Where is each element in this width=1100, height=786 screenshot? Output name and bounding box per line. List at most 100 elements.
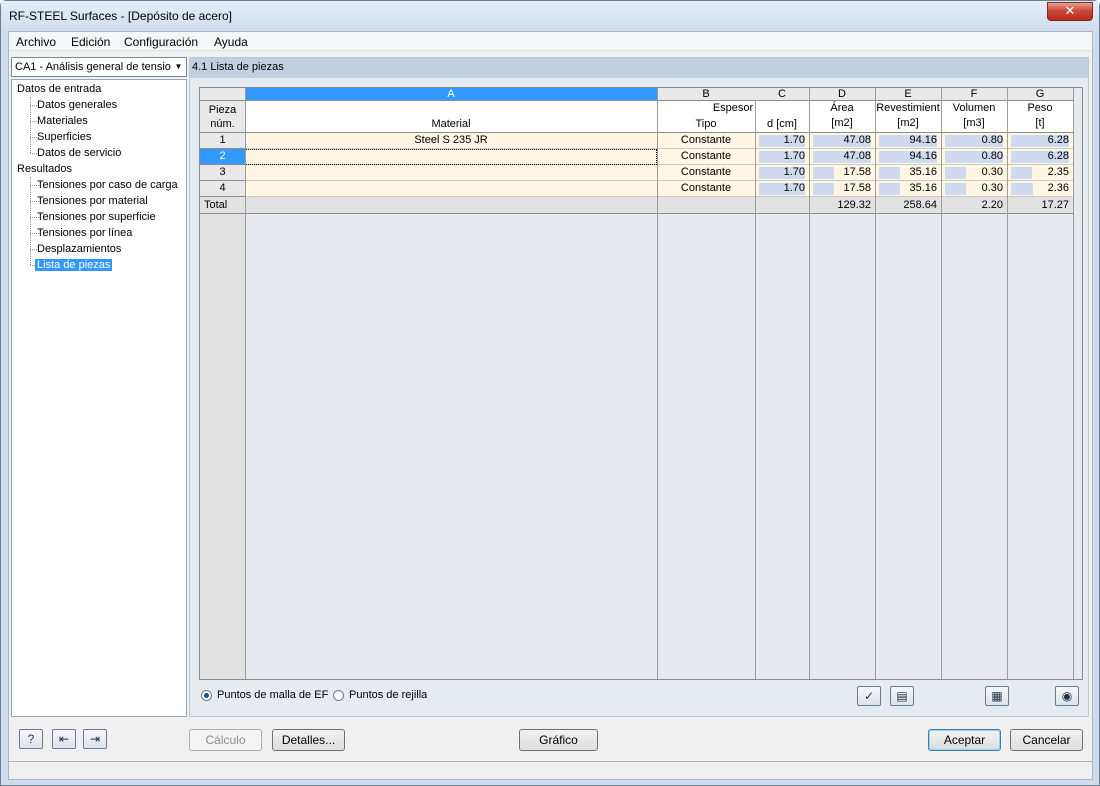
window-title: RF-STEEL Surfaces - [Depósito de acero]	[9, 9, 232, 23]
cell-d[interactable]: 1.70	[755, 181, 805, 197]
col-letter-a[interactable]: A	[245, 88, 657, 101]
status-bar	[9, 761, 1092, 779]
cell-rev[interactable]: 35.16	[875, 165, 937, 181]
eye-icon[interactable]: ◉	[1055, 686, 1079, 706]
menu-bar: Archivo Edición Configuración Ayuda	[9, 32, 1092, 51]
row-header-label-1: Pieza	[208, 104, 237, 116]
col-letter-d[interactable]: D	[809, 88, 875, 101]
cell-material[interactable]: Steel S 235 JR	[245, 133, 657, 149]
header-espesor: Espesor	[657, 101, 809, 117]
load-case-dropdown[interactable]: CA1 - Análisis general de tensiones ▼	[11, 57, 187, 77]
export-icon[interactable]: ⇥	[83, 729, 107, 749]
cell-area[interactable]: 17.58	[809, 165, 871, 181]
cell-vol[interactable]: 0.80	[941, 149, 1003, 165]
menu-archivo[interactable]: Archivo	[16, 35, 56, 49]
header-volumen-unit: [m3]	[963, 117, 985, 129]
tree-item-tensiones-linea[interactable]: Tensiones por línea	[37, 227, 132, 239]
cell-rev[interactable]: 35.16	[875, 181, 937, 197]
tree-item-datos-generales[interactable]: Datos generales	[37, 99, 117, 111]
menu-ayuda[interactable]: Ayuda	[214, 35, 248, 49]
col-letter-g[interactable]: G	[1007, 88, 1073, 101]
cell-area[interactable]: 47.08	[809, 133, 871, 149]
cell-d[interactable]: 1.70	[755, 165, 805, 181]
excel-export-icon[interactable]: ▦	[985, 686, 1009, 706]
row-number[interactable]: 3	[200, 165, 245, 181]
total-label: Total	[204, 199, 228, 211]
header-peso: Peso	[1027, 102, 1053, 114]
help-icon[interactable]: ?	[19, 729, 43, 749]
application-window: RF-STEEL Surfaces - [Depósito de acero] …	[0, 0, 1100, 786]
cell-tipo[interactable]: Constante	[657, 133, 755, 149]
radio-puntos-rejilla[interactable]	[333, 690, 344, 701]
header-revestimiento: Revestimient	[876, 102, 940, 114]
calculo-button[interactable]: Cálculo	[189, 729, 262, 751]
cell-material[interactable]	[245, 181, 657, 197]
cell-rev[interactable]: 94.16	[875, 149, 937, 165]
cell-area[interactable]: 17.58	[809, 181, 871, 197]
menu-edicion[interactable]: Edición	[71, 35, 110, 49]
cell-area[interactable]: 47.08	[809, 149, 871, 165]
cell-tipo[interactable]: Constante	[657, 181, 755, 197]
header-revestimiento-unit: [m2]	[897, 117, 919, 129]
cancelar-button[interactable]: Cancelar	[1010, 729, 1083, 751]
cell-tipo[interactable]: Constante	[657, 165, 755, 181]
tree-item-lista-piezas[interactable]: Lista de piezas	[35, 259, 113, 271]
cell-vol[interactable]: 0.30	[941, 181, 1003, 197]
col-letter-e[interactable]: E	[875, 88, 941, 101]
load-case-value: CA1 - Análisis general de tensiones	[15, 61, 187, 73]
total-volumen: 2.20	[981, 199, 1003, 211]
tree-item-materiales[interactable]: Materiales	[37, 115, 88, 127]
col-letter-c[interactable]: C	[755, 88, 809, 101]
aceptar-button[interactable]: Aceptar	[928, 729, 1001, 751]
radio-puntos-malla[interactable]	[201, 690, 212, 701]
tree-item-tensiones-superficie[interactable]: Tensiones por superficie	[37, 211, 156, 223]
col-letter-f[interactable]: F	[941, 88, 1007, 101]
tree-item-tensiones-caso-carga[interactable]: Tensiones por caso de carga	[37, 179, 178, 191]
row-number[interactable]: 1	[200, 133, 245, 149]
results-panel: 4.1 Lista de piezas A B C D E F G Pieza …	[189, 57, 1089, 717]
check-list-icon[interactable]: ✓	[857, 686, 881, 706]
total-revestimiento: 258.64	[903, 199, 937, 211]
header-area-unit: [m2]	[831, 117, 853, 129]
col-letter-b[interactable]: B	[657, 88, 755, 101]
header-volumen: Volumen	[952, 102, 996, 114]
import-icon[interactable]: ⇤	[52, 729, 76, 749]
cell-material[interactable]	[245, 165, 657, 181]
tree-group-input[interactable]: Datos de entrada	[17, 83, 101, 95]
total-peso: 17.27	[1041, 199, 1069, 211]
tree-item-datos-servicio[interactable]: Datos de servicio	[37, 147, 121, 159]
chevron-down-icon: ▼	[171, 58, 186, 76]
grafico-button[interactable]: Gráfico	[519, 729, 598, 751]
tree-item-desplazamientos[interactable]: Desplazamientos	[37, 243, 121, 255]
cell-peso[interactable]: 6.28	[1007, 149, 1069, 165]
tree-item-superficies[interactable]: Superficies	[37, 131, 91, 143]
cell-vol[interactable]: 0.80	[941, 133, 1003, 149]
cell-rev[interactable]: 94.16	[875, 133, 937, 149]
header-d: d [cm]	[755, 117, 809, 133]
radio-puntos-malla-label[interactable]: Puntos de malla de EF	[217, 688, 328, 703]
radio-puntos-rejilla-label[interactable]: Puntos de rejilla	[349, 688, 427, 703]
row-number[interactable]: 2	[200, 149, 245, 165]
menu-configuracion[interactable]: Configuración	[124, 35, 198, 49]
title-bar: RF-STEEL Surfaces - [Depósito de acero] …	[1, 1, 1099, 31]
header-peso-unit: [t]	[1035, 117, 1045, 129]
detalles-button[interactable]: Detalles...	[272, 729, 345, 751]
cell-d[interactable]: 1.70	[755, 133, 805, 149]
parts-table: A B C D E F G Pieza núm. Material Espeso…	[199, 87, 1083, 680]
header-area: Área	[830, 102, 854, 114]
cell-vol[interactable]: 0.30	[941, 165, 1003, 181]
row-number[interactable]: 4	[200, 181, 245, 197]
cell-material[interactable]	[245, 149, 657, 165]
bar-chart-icon[interactable]: ▤	[890, 686, 914, 706]
tree-group-results[interactable]: Resultados	[17, 163, 72, 175]
tree-item-tensiones-material[interactable]: Tensiones por material	[37, 195, 148, 207]
cell-peso[interactable]: 2.36	[1007, 181, 1069, 197]
header-material: Material	[245, 101, 657, 133]
navigator-tree: Datos de entrada Datos generales Materia…	[11, 79, 187, 717]
cell-tipo[interactable]: Constante	[657, 149, 755, 165]
close-button[interactable]: ✕	[1047, 2, 1093, 21]
cell-d[interactable]: 1.70	[755, 149, 805, 165]
cell-peso[interactable]: 2.35	[1007, 165, 1069, 181]
cell-peso[interactable]: 6.28	[1007, 133, 1069, 149]
header-tipo: Tipo	[657, 117, 755, 133]
